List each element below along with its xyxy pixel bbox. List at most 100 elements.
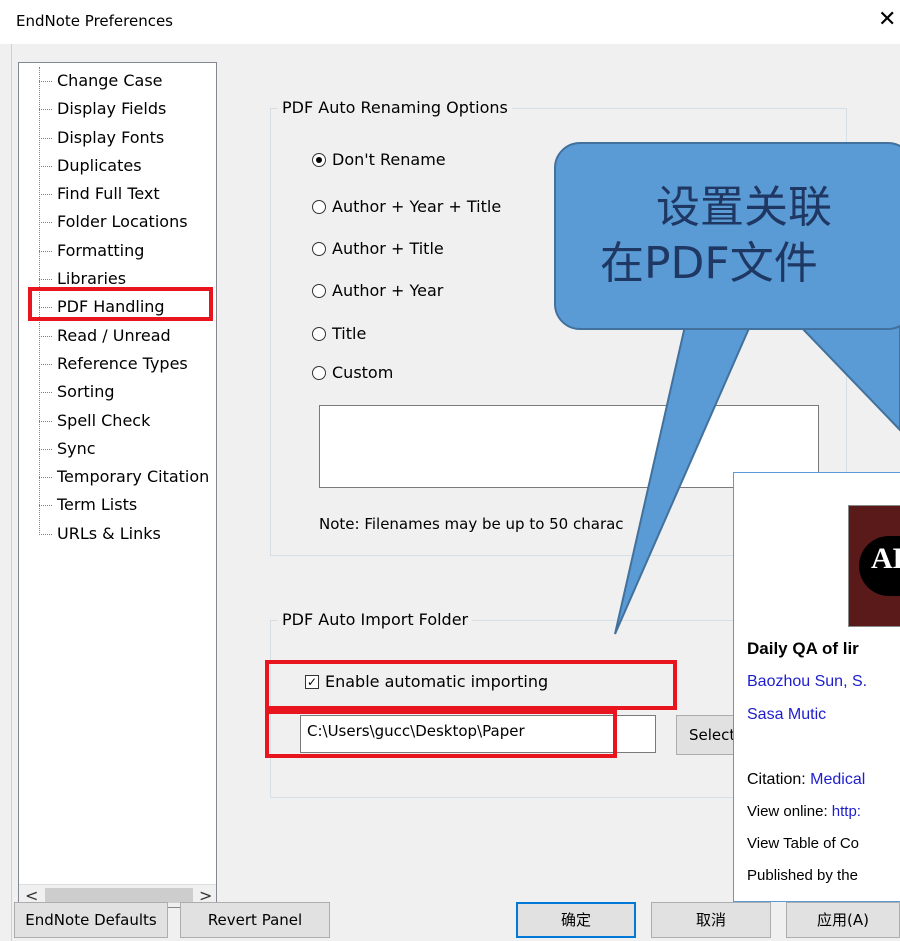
import-group-label: PDF Auto Import Folder xyxy=(278,610,473,629)
tree-connector-dots xyxy=(39,81,52,82)
radio-author-year-title[interactable]: Author + Year + Title xyxy=(312,197,501,216)
callout-line-2: 在PDF文件 xyxy=(600,238,818,289)
tree-connector-dots xyxy=(39,420,52,422)
logo-letters: AP xyxy=(871,542,900,575)
apply-button[interactable]: 应用(A) xyxy=(786,902,900,938)
radio-author-title[interactable]: Author + Title xyxy=(312,239,444,258)
sidebar-item[interactable]: Read / Unread xyxy=(19,322,216,350)
radio-button[interactable] xyxy=(312,152,326,167)
tree-connector-dots xyxy=(39,222,52,224)
sidebar-item-label: Libraries xyxy=(57,269,127,289)
tree-connector-dots xyxy=(39,109,52,111)
sidebar-item[interactable]: Sorting xyxy=(19,378,216,406)
view-online-label: View online: xyxy=(747,803,832,820)
pdf-authors-2: Sasa Mutic xyxy=(747,706,827,723)
sidebar-item[interactable]: Reference Types xyxy=(19,350,216,378)
revert-panel-button[interactable]: Revert Panel xyxy=(180,902,330,938)
pdf-published: Published by the xyxy=(747,867,858,884)
sidebar-item[interactable]: Display Fonts xyxy=(19,124,216,152)
highlight-pdf-handling xyxy=(28,287,213,321)
radio-button[interactable] xyxy=(312,283,326,298)
radio-button[interactable] xyxy=(312,241,326,256)
pdf-preview: AP Daily QA of lir Baozhou Sun, S. Sasa … xyxy=(733,472,900,902)
cancel-button[interactable]: 取消 xyxy=(651,902,771,938)
sidebar-item-label: Duplicates xyxy=(57,155,142,175)
sidebar-item-label: Change Case xyxy=(57,71,163,90)
sidebar-item-label: Term Lists xyxy=(57,495,138,515)
highlight-folder-path xyxy=(265,710,617,758)
pdf-title: Daily QA of lir xyxy=(747,639,859,658)
sidebar-item-label: Reference Types xyxy=(57,353,188,373)
pdf-authors-1: Baozhou Sun, S. xyxy=(747,673,868,690)
sidebar-item[interactable]: Temporary Citation xyxy=(19,463,216,491)
sidebar-item-label: Temporary Citation xyxy=(57,467,210,487)
ok-button[interactable]: 确定 xyxy=(516,902,636,938)
highlight-enable-importing xyxy=(265,660,677,710)
callout-bubble: 设置关联 在PDF文件 xyxy=(554,142,900,330)
view-online-link[interactable]: http: xyxy=(832,803,861,820)
radio-dont-rename[interactable]: Don't Rename xyxy=(312,150,446,169)
citation-link[interactable]: Medical xyxy=(810,771,865,788)
tree-connector-dots xyxy=(39,137,52,139)
tree-connector-dots xyxy=(39,363,52,365)
window-title: EndNote Preferences xyxy=(16,12,174,30)
radio-label: Don't Rename xyxy=(332,150,446,169)
sidebar-item-label: Find Full Text xyxy=(57,184,160,204)
radio-button[interactable] xyxy=(312,199,326,214)
sidebar-item[interactable]: Term Lists xyxy=(19,491,216,519)
sidebar-item-label: Sorting xyxy=(57,382,115,402)
sidebar-item-label: Display Fields xyxy=(57,99,167,119)
renaming-group-label: PDF Auto Renaming Options xyxy=(278,98,512,117)
sidebar-item[interactable]: Change Case xyxy=(19,67,216,95)
sidebar-item[interactable]: Display Fields xyxy=(19,95,216,123)
radio-custom[interactable]: Custom xyxy=(312,363,393,382)
citation-label: Citation: xyxy=(747,771,811,788)
sidebar-item-label: URLs & Links xyxy=(57,523,161,543)
sidebar-item-label: Formatting xyxy=(57,240,145,260)
callout-tail-shape xyxy=(614,325,752,635)
radio-author-year[interactable]: Author + Year xyxy=(312,281,443,300)
radio-label: Custom xyxy=(332,363,394,382)
sidebar-item-label: Sync xyxy=(57,438,96,458)
callout-tail-right xyxy=(797,325,900,432)
sidebar-item[interactable]: Duplicates xyxy=(19,152,216,180)
sidebar-item[interactable]: Find Full Text xyxy=(19,180,216,208)
sidebar-item[interactable]: Formatting xyxy=(19,237,216,265)
sidebar-item-label: Folder Locations xyxy=(57,212,188,232)
callout-line-1: 设置关联 xyxy=(656,182,832,233)
tree-connector-dots xyxy=(39,477,52,479)
tree-connector-dots xyxy=(39,533,52,535)
sidebar-item[interactable]: URLs & Links xyxy=(19,520,216,548)
radio-label: Title xyxy=(332,324,367,343)
pdf-toc: View Table of Co xyxy=(747,835,860,852)
sidebar-item-label: Display Fonts xyxy=(57,127,165,147)
tree-connector-dots xyxy=(39,335,52,337)
radio-label: Author + Year + Title xyxy=(332,197,502,216)
radio-label: Author + Title xyxy=(332,239,444,258)
tree-connector-dots xyxy=(39,448,52,450)
tree-connector-dots xyxy=(39,165,52,167)
radio-title[interactable]: Title xyxy=(312,324,366,343)
pdf-citation: Citation: Medical xyxy=(747,771,865,789)
sidebar-item[interactable]: Sync xyxy=(19,435,216,463)
sidebar-item-label: Read / Unread xyxy=(57,325,171,345)
sidebar-item[interactable]: Folder Locations xyxy=(19,208,216,236)
radio-label: Author + Year xyxy=(332,281,444,300)
tree-connector-dots xyxy=(39,505,52,507)
scroll-thumb[interactable] xyxy=(45,888,193,903)
tree-connector-dots xyxy=(39,250,52,252)
tree-connector-dots xyxy=(39,392,52,394)
tree-connector-dots xyxy=(39,194,52,196)
filename-note: Note: Filenames may be up to 50 charac xyxy=(319,515,624,533)
preferences-tree[interactable]: Change Case Display Fields Display Fonts Du… xyxy=(18,62,217,908)
window-border xyxy=(11,44,12,941)
close-icon[interactable]: ✕ xyxy=(878,8,896,32)
pdf-view-online: View online: http: xyxy=(747,803,861,820)
tree-connector-dots xyxy=(39,279,52,281)
endnote-defaults-button[interactable]: EndNote Defaults xyxy=(14,902,168,938)
radio-button[interactable] xyxy=(312,365,326,380)
sidebar-item[interactable]: Spell Check xyxy=(19,407,216,435)
sidebar-item-label: Spell Check xyxy=(57,410,151,430)
journal-logo: AP xyxy=(848,505,900,627)
radio-button[interactable] xyxy=(312,326,326,341)
